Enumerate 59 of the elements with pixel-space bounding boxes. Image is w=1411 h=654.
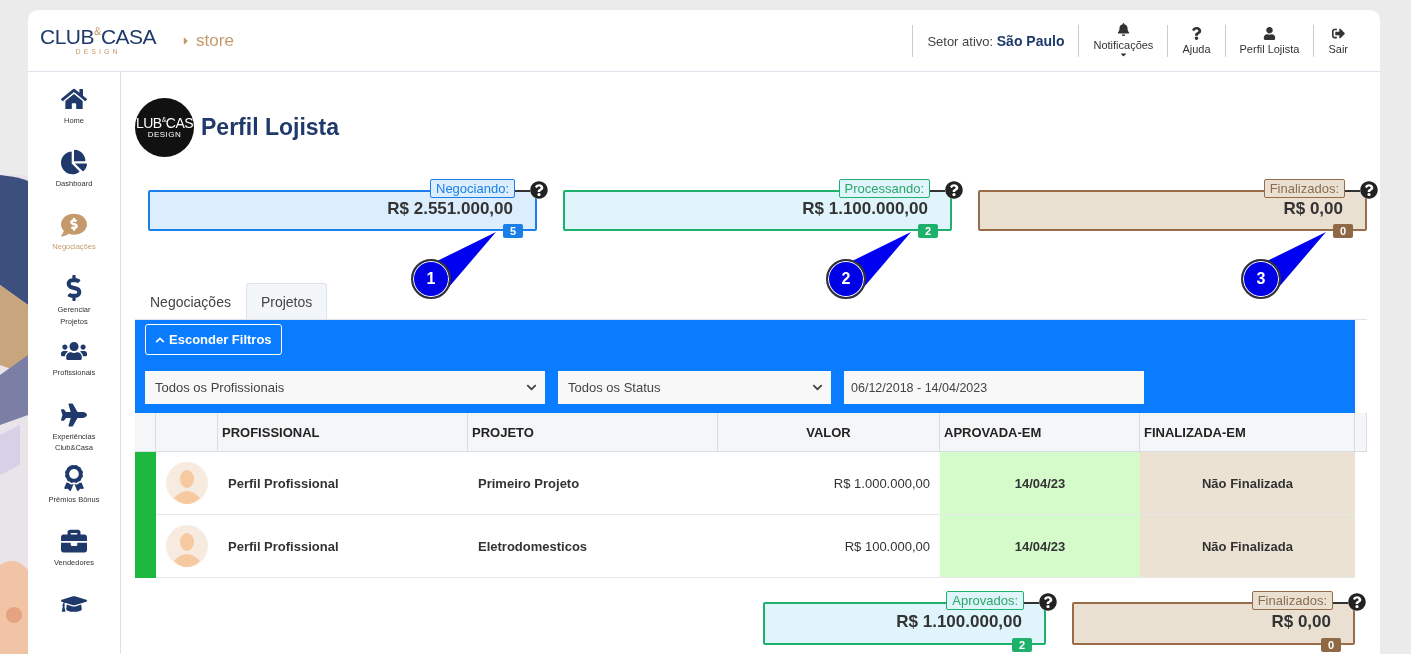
- user-icon: [1262, 26, 1276, 40]
- header-nav-button[interactable]: Notificações: [1079, 22, 1168, 59]
- logo-text: CLUB&CASA: [40, 26, 157, 47]
- stat-label: Finalizados:: [1251, 591, 1333, 610]
- stat-value: R$ 1.100.000,00: [802, 198, 928, 219]
- table-cell: Não Finalizada: [1140, 515, 1355, 578]
- date-range-field[interactable]: 06/12/2018 - 14/04/2023: [844, 371, 1144, 404]
- count-badge: 2: [1011, 638, 1032, 652]
- tab[interactable]: Negociações: [135, 283, 246, 319]
- briefcase-icon: [61, 527, 87, 554]
- callout-marker: 2: [826, 259, 866, 299]
- bell-icon: [1116, 22, 1130, 36]
- home-icon: [61, 86, 87, 112]
- column-header: PROJETO: [468, 413, 718, 452]
- person-avatar-icon: [166, 525, 208, 567]
- header-nav-button[interactable]: Perfil Lojista: [1225, 26, 1314, 55]
- award-ribbon-icon: [61, 464, 87, 491]
- column-header: VALOR: [718, 413, 940, 452]
- table-cell: 14/04/23: [940, 452, 1140, 515]
- help-icon[interactable]: [1360, 181, 1378, 199]
- tab[interactable]: Projetos: [245, 283, 328, 319]
- filter-select[interactable]: Todos os Profissionais: [145, 371, 545, 404]
- column-header: FINALIZADA-EM: [1140, 413, 1355, 452]
- page-title: Perfil Lojista: [201, 114, 340, 141]
- hide-filters-button[interactable]: Esconder Filtros: [145, 324, 282, 355]
- person-avatar-icon: [166, 462, 208, 504]
- count-badge: 5: [502, 224, 523, 238]
- callout-marker: 1: [411, 259, 451, 299]
- stat-label: Processando:: [838, 179, 930, 198]
- count-badge: 0: [1332, 224, 1353, 238]
- chevron-down-icon: [812, 382, 823, 393]
- chevron-down-icon: [526, 382, 537, 393]
- filter-select[interactable]: Todos os Status: [558, 371, 831, 404]
- pie-chart-icon: [61, 149, 87, 176]
- airplane-icon: [61, 401, 87, 428]
- help-icon[interactable]: [530, 181, 548, 199]
- help-icon[interactable]: [1348, 593, 1366, 611]
- count-badge: 0: [1320, 638, 1341, 652]
- logout-icon: [1331, 26, 1345, 40]
- stat-value: R$ 2.551.000,00: [387, 198, 513, 219]
- table-cell: Não Finalizada: [1140, 452, 1355, 515]
- callout-marker: 3: [1241, 259, 1281, 299]
- column-header: APROVADA-EM: [940, 413, 1140, 452]
- help-icon[interactable]: [1039, 593, 1057, 611]
- stat-value: R$ 0,00: [1283, 198, 1343, 219]
- active-sector: Setor ativo: São Paulo: [926, 32, 1066, 49]
- stat-label: Aprovados:: [946, 591, 1024, 610]
- help-icon[interactable]: [945, 181, 963, 199]
- dollar-speech-bubble-icon: [61, 212, 87, 239]
- stat-value: R$ 1.100.000,00: [896, 611, 1022, 632]
- header-nav-button[interactable]: Sair: [1314, 26, 1362, 55]
- header-nav-button[interactable]: Ajuda: [1168, 26, 1225, 55]
- table-cell: 14/04/23: [940, 515, 1140, 578]
- count-badge: 2: [917, 224, 938, 238]
- question-mark-icon: [1189, 26, 1203, 40]
- column-header: PROFISSIONAL: [218, 413, 468, 452]
- stat-label: Finalizados:: [1263, 179, 1345, 198]
- stat-label: Negociando:: [430, 179, 515, 198]
- stat-value: R$ 0,00: [1271, 611, 1331, 632]
